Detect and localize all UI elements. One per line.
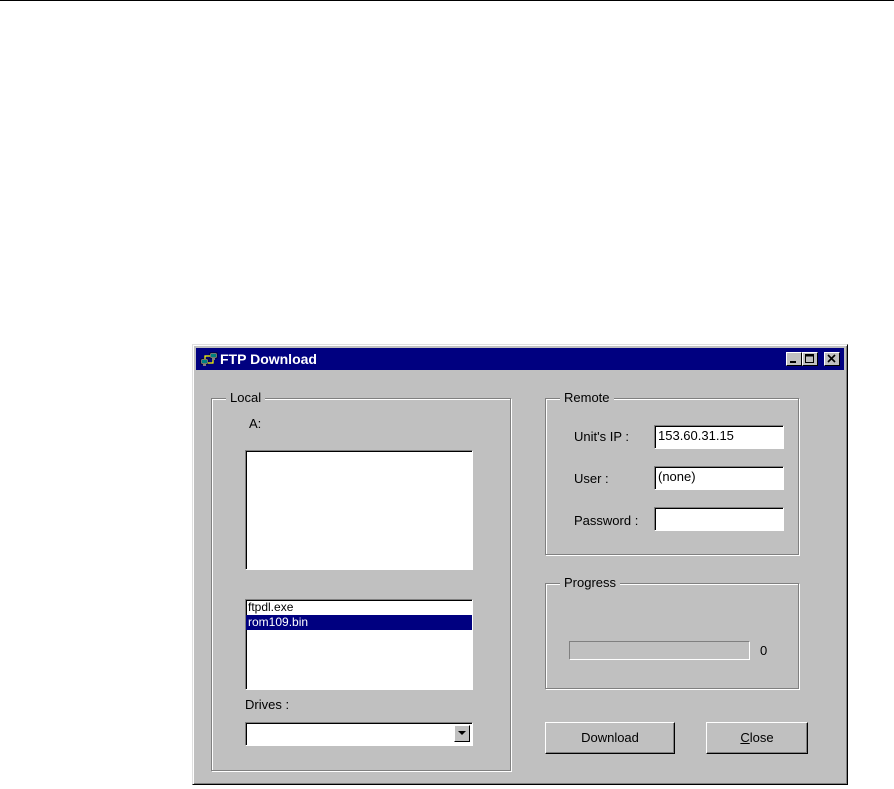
minimize-icon xyxy=(790,361,796,363)
title-bar[interactable]: FTP Download xyxy=(196,348,844,370)
window-title: FTP Download xyxy=(220,351,317,367)
progress-group: Progress xyxy=(545,575,799,689)
network-computers-icon xyxy=(200,352,218,366)
remote-group-label: Remote xyxy=(560,390,614,406)
progress-group-label: Progress xyxy=(560,575,621,591)
user-label: User : xyxy=(574,471,609,486)
drives-select[interactable] xyxy=(245,722,473,746)
list-item[interactable]: rom109.bin xyxy=(246,615,472,630)
password-label: Password : xyxy=(574,513,639,528)
file-list[interactable]: ftpdl.exe rom109.bin xyxy=(245,599,473,690)
directory-list[interactable] xyxy=(245,450,473,570)
maximize-button[interactable] xyxy=(802,352,818,366)
current-directory-label: A: xyxy=(249,416,262,431)
close-icon xyxy=(827,354,836,363)
password-field[interactable] xyxy=(654,507,784,531)
close-label-rest: lose xyxy=(749,730,774,745)
drives-label: Drives : xyxy=(245,697,290,712)
ip-label: Unit's IP : xyxy=(574,429,629,444)
drives-value xyxy=(246,724,249,739)
close-button[interactable]: Close xyxy=(706,722,808,754)
title-close-button[interactable] xyxy=(824,352,840,366)
minimize-button[interactable] xyxy=(786,352,802,366)
ip-field[interactable]: 153.60.31.15 xyxy=(654,425,784,449)
chevron-down-icon xyxy=(458,731,466,735)
page-top-rule xyxy=(0,0,894,1)
ftp-download-window: FTP Download Local A: ftpdl.exe rom109.b… xyxy=(192,344,848,785)
close-mnemonic: C xyxy=(740,730,750,745)
download-button[interactable]: Download xyxy=(545,722,675,754)
list-item[interactable]: ftpdl.exe xyxy=(246,600,472,615)
progress-bar xyxy=(569,641,750,660)
maximize-icon xyxy=(805,354,814,363)
drives-dropdown-button[interactable] xyxy=(454,725,470,742)
progress-value: 0 xyxy=(760,643,768,658)
local-group-label: Local xyxy=(226,390,266,406)
user-field[interactable]: (none) xyxy=(654,466,784,490)
